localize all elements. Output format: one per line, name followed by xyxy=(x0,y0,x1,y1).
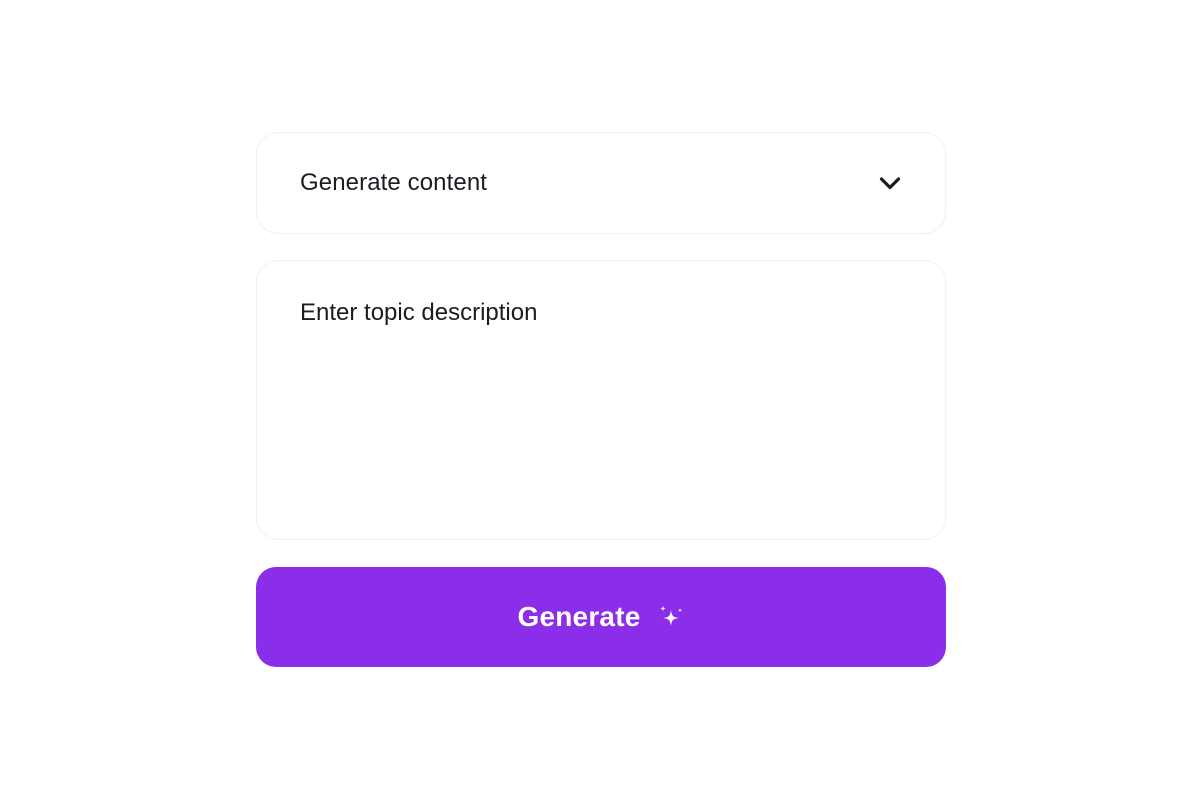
content-type-select-label: Generate content xyxy=(300,169,488,196)
topic-description-input[interactable] xyxy=(257,261,945,539)
content-type-select[interactable]: Generate content xyxy=(256,132,946,234)
generate-button[interactable]: Generate xyxy=(256,567,946,667)
sparkles-icon xyxy=(657,604,685,632)
topic-description-box xyxy=(256,260,946,540)
chevron-down-icon[interactable] xyxy=(877,170,903,196)
page: Generate content Generate xyxy=(0,0,1200,800)
generate-button-label: Generate xyxy=(517,601,641,632)
